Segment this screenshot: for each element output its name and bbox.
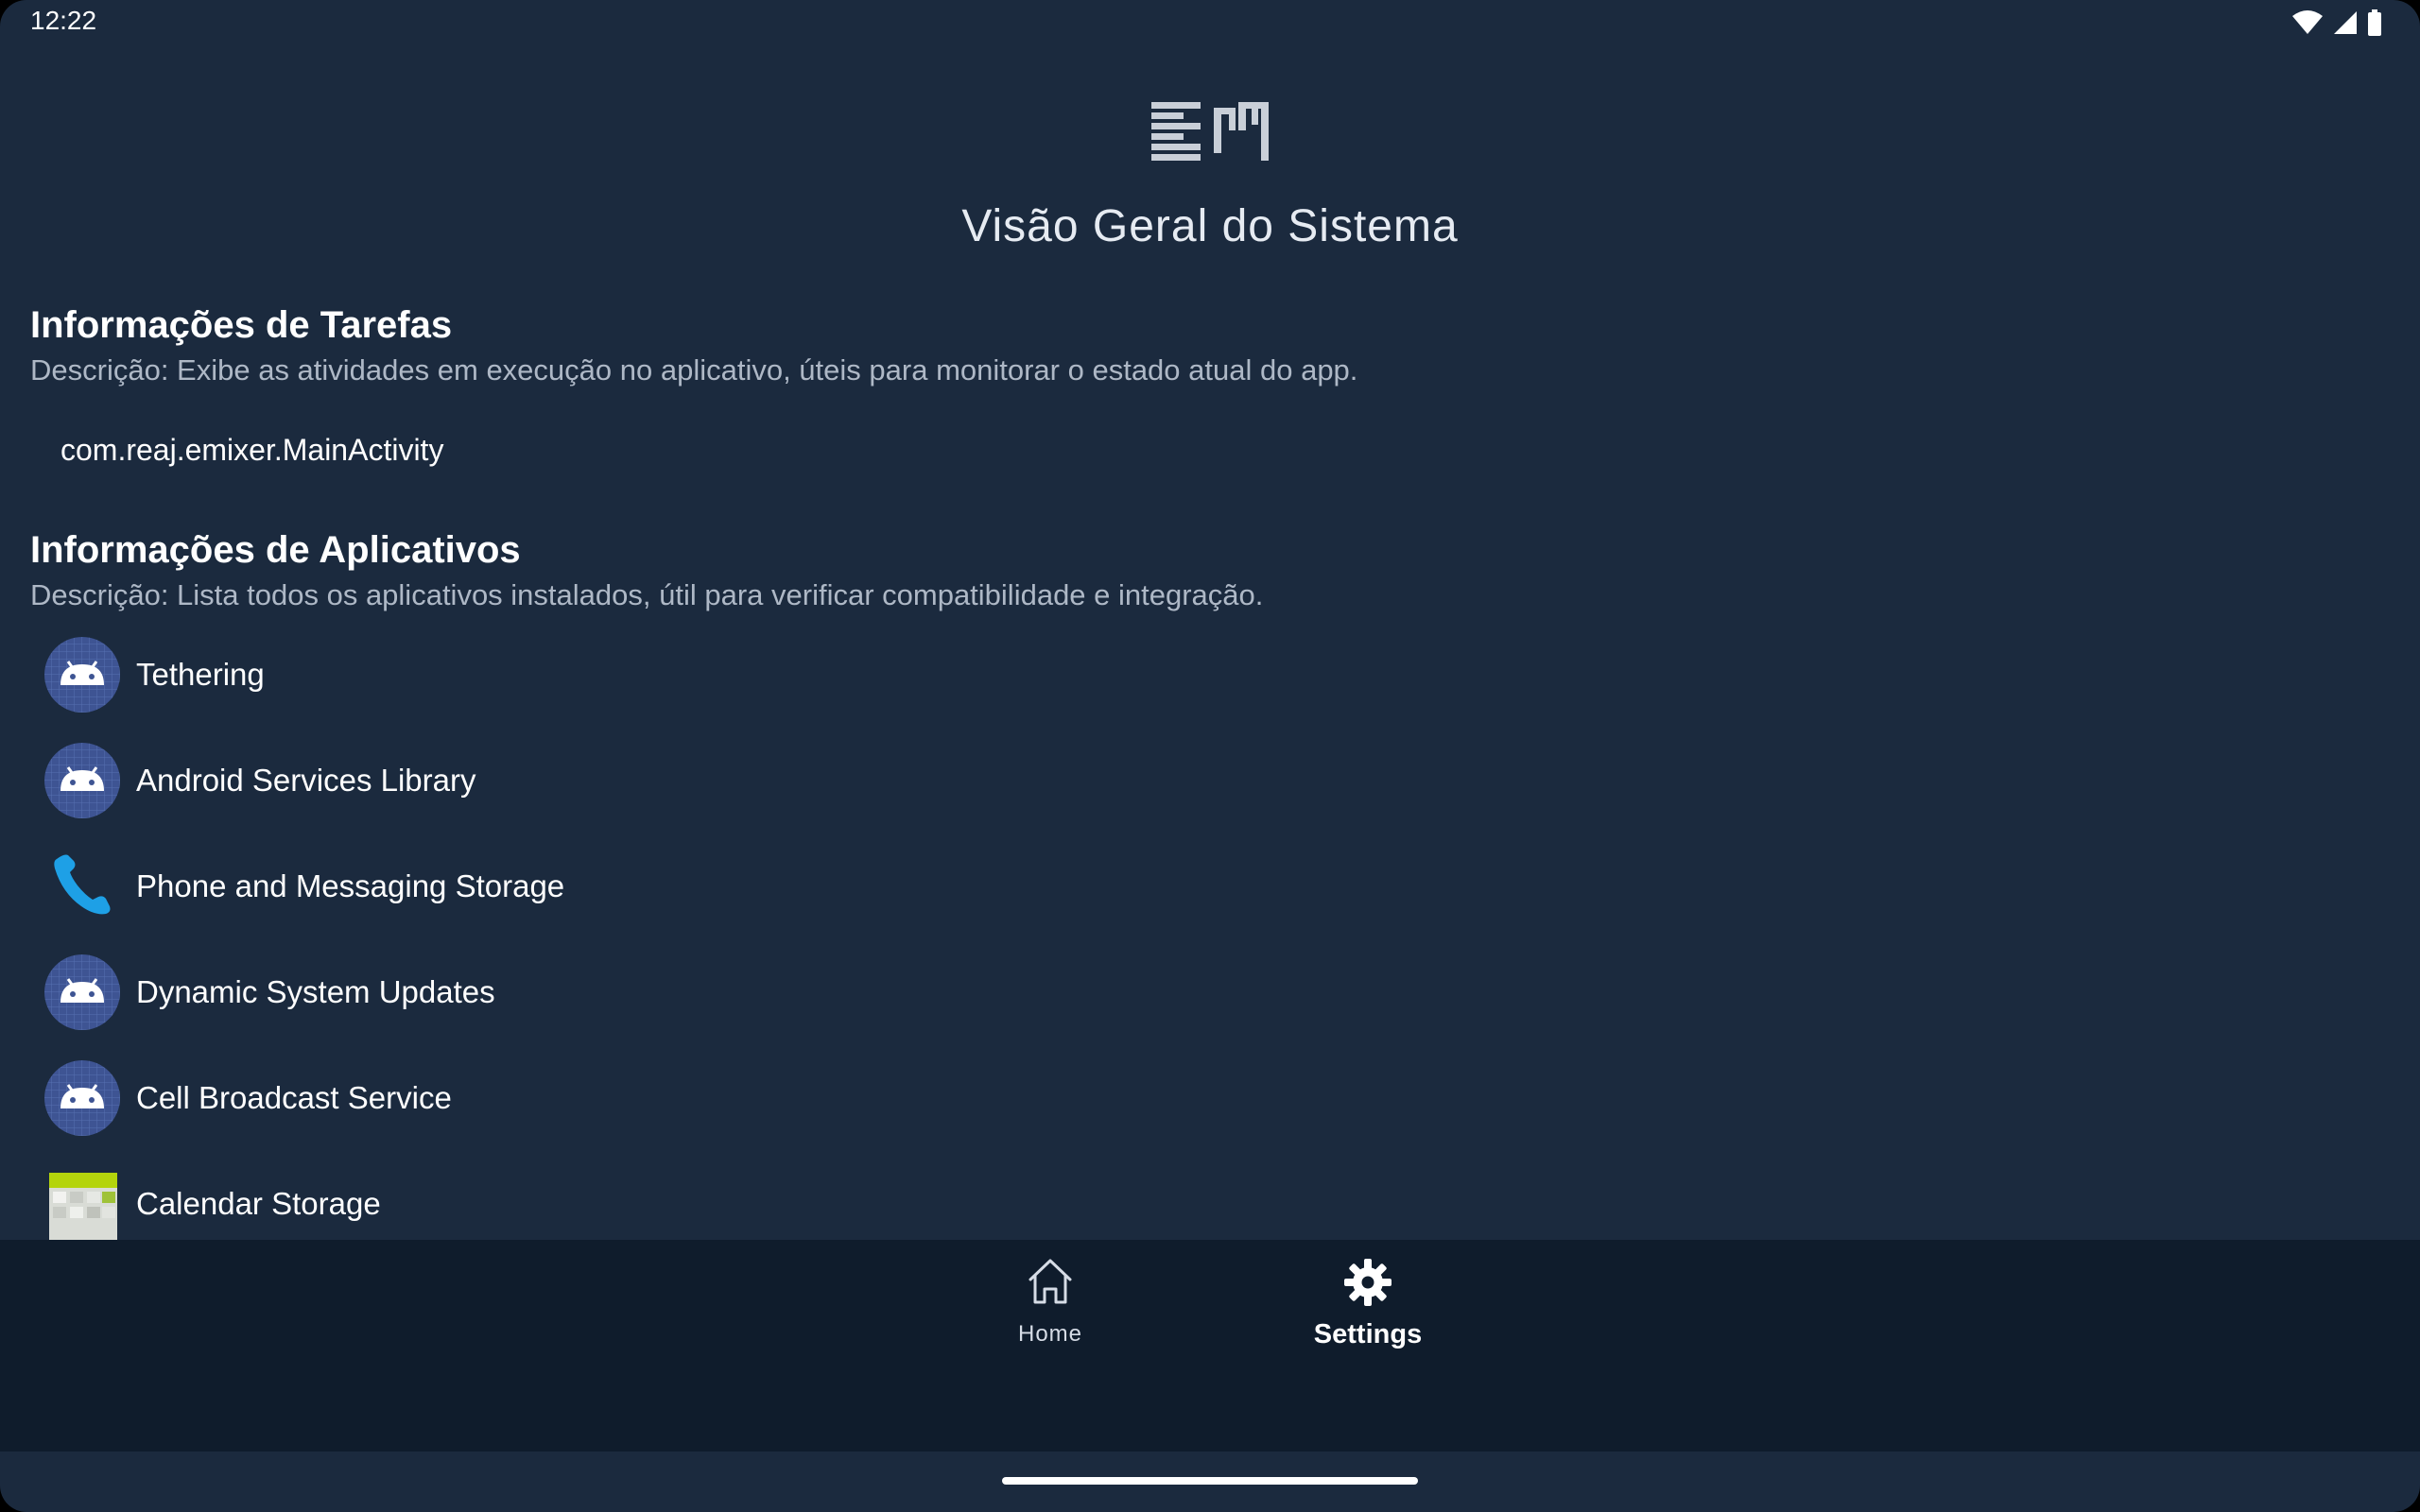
page-title: Visão Geral do Sistema — [961, 201, 1459, 251]
apps-section-description: Descrição: Lista todos os aplicativos in… — [30, 578, 1264, 611]
gesture-handle[interactable] — [1002, 1477, 1418, 1485]
app-label: Phone and Messaging Storage — [136, 868, 565, 903]
apps-section-title: Informações de Aplicativos — [30, 529, 521, 571]
app-list[interactable]: Tethering Android Services Library Phone… — [0, 635, 2420, 1240]
app-label: Dynamic System Updates — [136, 974, 495, 1009]
signal-icon — [2334, 11, 2357, 34]
tasks-section-title: Informações de Tarefas — [30, 304, 453, 346]
app-logo — [1151, 102, 1269, 161]
gear-icon — [1344, 1259, 1392, 1306]
task-item[interactable]: com.reaj.emixer.MainActivity — [60, 433, 443, 468]
app-label: Cell Broadcast Service — [136, 1080, 452, 1115]
app-item-tethering[interactable]: Tethering — [43, 635, 265, 714]
app-item-calendar-storage[interactable]: Calendar Storage — [43, 1164, 381, 1240]
android-icon — [43, 636, 121, 713]
app-label: Calendar Storage — [136, 1186, 381, 1221]
android-icon — [43, 742, 121, 819]
wifi-icon — [2292, 10, 2323, 34]
app-item-cell-broadcast-service[interactable]: Cell Broadcast Service — [43, 1058, 452, 1138]
app-item-phone-and-messaging-storage[interactable]: Phone and Messaging Storage — [43, 847, 564, 926]
nav-home[interactable]: Home — [956, 1257, 1145, 1348]
status-icons — [2291, 9, 2382, 36]
bottom-navigation: Home Settings — [0, 1240, 2420, 1452]
app-label: Android Services Library — [136, 763, 476, 798]
app-item-android-services-library[interactable]: Android Services Library — [43, 741, 476, 820]
phone-icon — [43, 848, 121, 925]
nav-home-label: Home — [1017, 1321, 1083, 1347]
app-item-dynamic-system-updates[interactable]: Dynamic System Updates — [43, 953, 495, 1032]
app-screen: 12:22 Visão Geral do Sistema Informações… — [0, 0, 2420, 1512]
nav-settings[interactable]: Settings — [1273, 1257, 1462, 1350]
android-icon — [43, 1059, 121, 1137]
calendar-icon — [43, 1165, 121, 1240]
app-label: Tethering — [136, 657, 265, 692]
battery-icon — [2368, 9, 2381, 36]
status-bar: 12:22 — [0, 0, 2420, 43]
tasks-section-description: Descrição: Exibe as atividades em execuç… — [30, 353, 1358, 387]
status-time: 12:22 — [30, 6, 97, 35]
android-icon — [43, 954, 121, 1031]
home-icon — [1028, 1259, 1072, 1304]
nav-settings-label: Settings — [1313, 1319, 1423, 1349]
